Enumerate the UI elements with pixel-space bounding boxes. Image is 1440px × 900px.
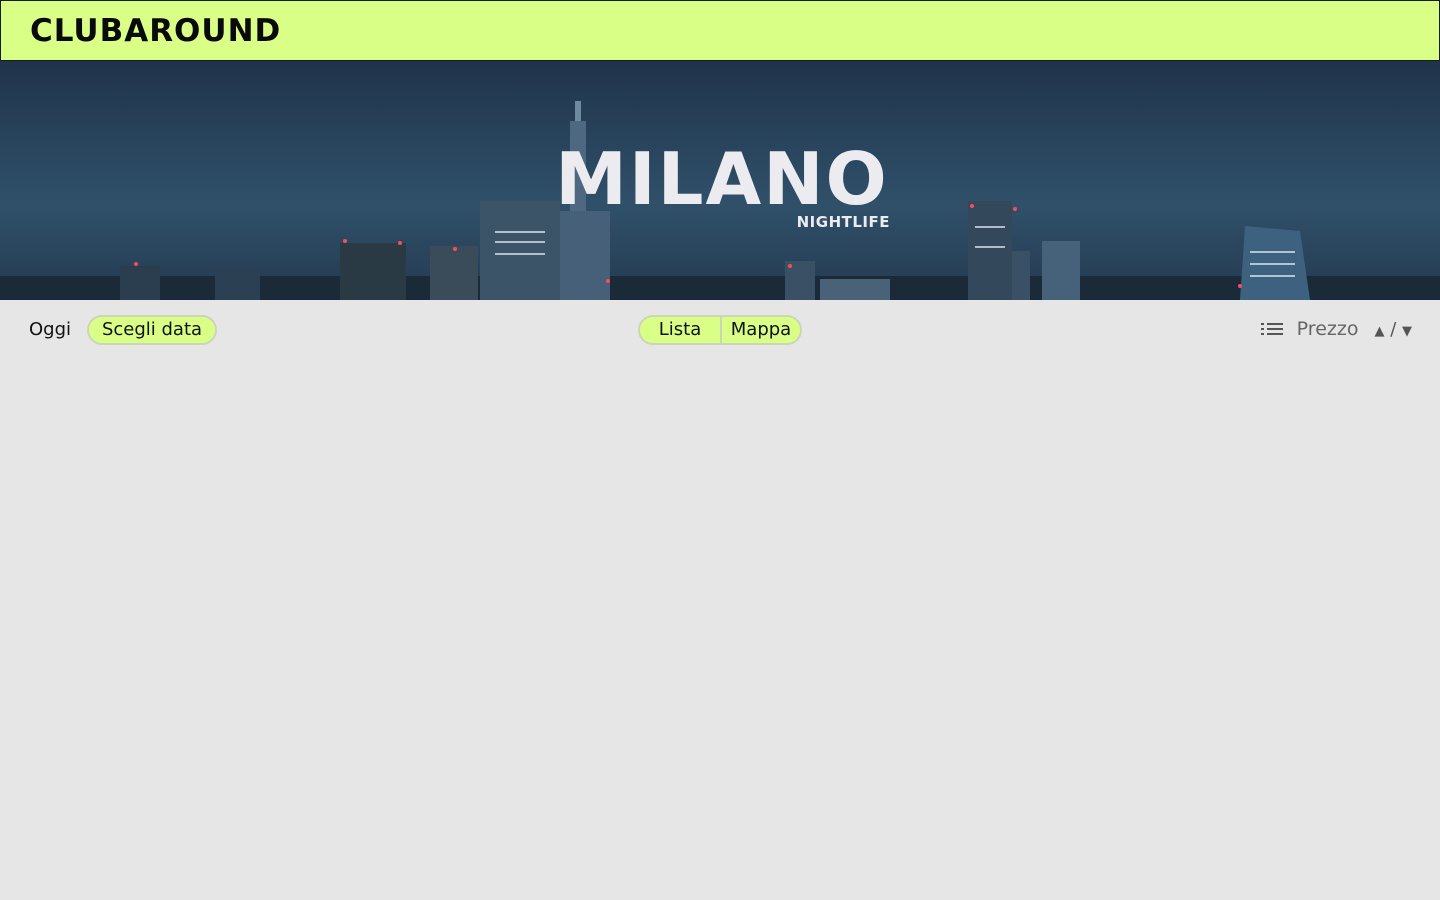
sort-separator: / [1390, 318, 1397, 340]
filter-toolbar: Oggi Scegli data Lista Mappa Prezzo ▲ / … [0, 300, 1440, 360]
top-header: CLUBAROUND [0, 0, 1440, 61]
sort-price-label[interactable]: Prezzo [1297, 318, 1359, 340]
sort-direction: ▲ / ▼ [1374, 319, 1412, 340]
view-toggle: Lista Mappa [638, 315, 802, 345]
list-sort-icon[interactable] [1260, 321, 1283, 337]
list-view-button[interactable]: Lista [640, 317, 722, 343]
sort-desc-icon[interactable]: ▼ [1402, 324, 1412, 339]
hero-banner: MILANO NIGHTLIFE [0, 61, 1440, 300]
sort-control: Prezzo ▲ / ▼ [1260, 318, 1412, 340]
sort-asc-icon[interactable]: ▲ [1374, 324, 1384, 339]
today-filter[interactable]: Oggi [29, 319, 71, 340]
map-view-button[interactable]: Mappa [722, 317, 800, 343]
hero-subtitle: NIGHTLIFE [796, 213, 890, 231]
clubaround-logo[interactable]: CLUBAROUND [30, 13, 281, 49]
hero-city-title: MILANO [555, 137, 889, 221]
choose-date-button[interactable]: Scegli data [87, 315, 217, 345]
